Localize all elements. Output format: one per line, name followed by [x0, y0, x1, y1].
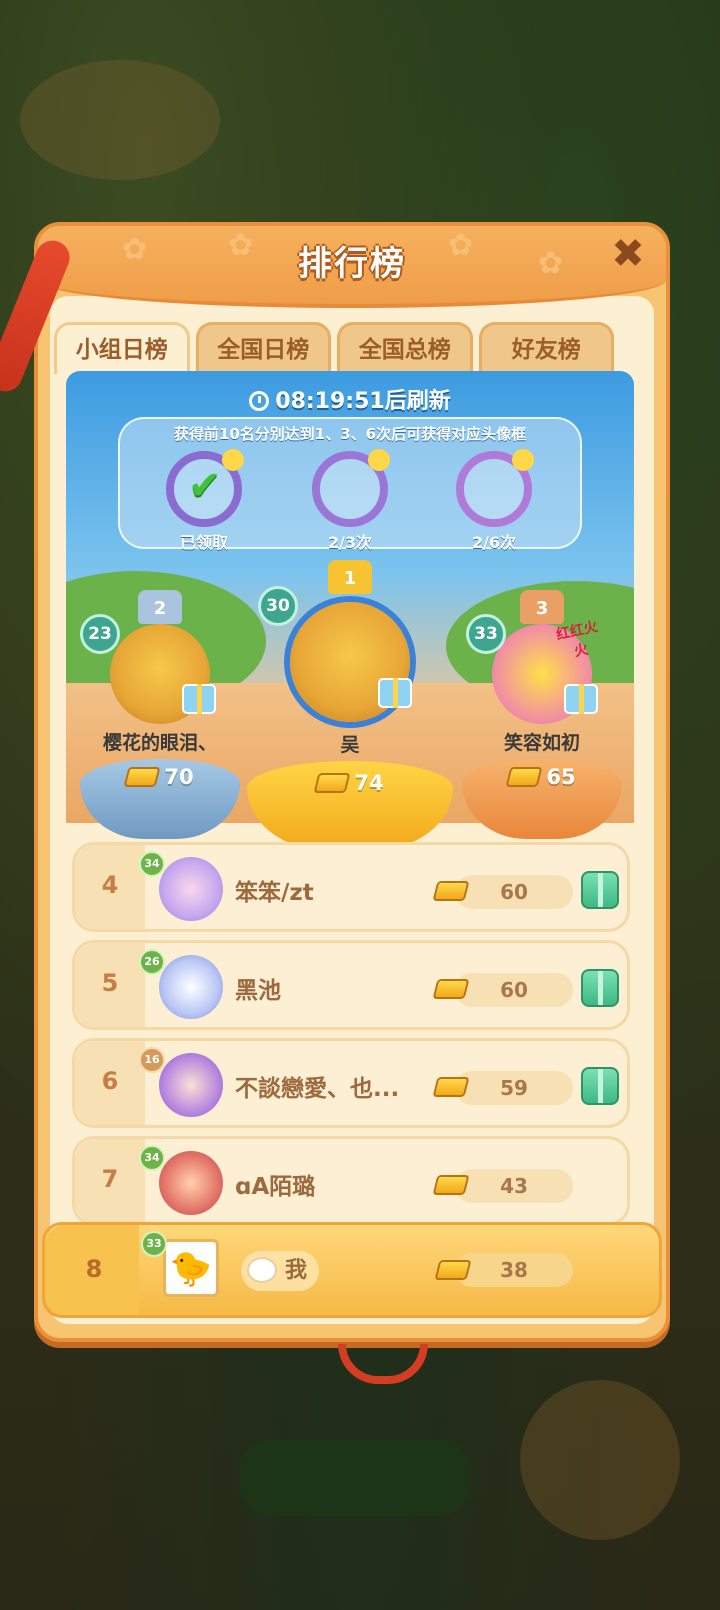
gold-bar-icon — [432, 979, 470, 999]
gold-bar-icon — [123, 767, 161, 787]
gold-bar-icon — [432, 1077, 470, 1097]
podium-score: 70 — [164, 765, 194, 789]
podium-name: 吴 — [340, 734, 360, 756]
reward-hint: 获得前10名分别达到1、3、6次后可获得对应头像框 — [173, 425, 527, 443]
level-badge: 16 — [139, 1047, 165, 1073]
reward-frame-status: 已领取 — [179, 533, 228, 552]
gold-bar-icon — [434, 1260, 472, 1280]
score-pill: 38 — [455, 1253, 573, 1287]
score-pill: 60 — [455, 973, 573, 1007]
level-badge: 23 — [80, 614, 120, 654]
crown-silver-icon: 2 — [138, 590, 182, 624]
refresh-time: 08:19:51 — [275, 389, 385, 414]
gift-icon[interactable] — [182, 684, 216, 714]
tab-national-total[interactable]: 全国总榜 — [337, 322, 473, 374]
level-badge: 33 — [141, 1231, 167, 1257]
panel-title: 排行榜 — [298, 244, 406, 284]
gift-icon[interactable] — [378, 678, 412, 708]
podium-second[interactable]: 2 23 樱花的眼泪、 70 — [78, 580, 242, 839]
gold-bar-icon — [432, 1175, 470, 1195]
frame-reward-box: 获得前10名分别达到1、3、6次后可获得对应头像框 ✔ 已领取 2/3次 2/6… — [118, 417, 582, 552]
podium-name: 笑容如初 — [503, 732, 580, 754]
table-row[interactable]: 6 16 不談戀愛、也... 59 — [72, 1038, 630, 1128]
player-name: 不談戀愛、也... — [235, 1076, 400, 1102]
podium-rank: 2 — [153, 598, 167, 619]
panel-header: ✿ ✿ ✿ ✿ 排行榜 ✖ — [38, 226, 666, 308]
check-icon: ✔ — [188, 463, 222, 509]
avatar[interactable] — [159, 1053, 223, 1117]
level-badge: 26 — [139, 949, 165, 975]
gold-bar-icon — [432, 881, 470, 901]
tab-national-daily[interactable]: 全国日榜 — [195, 322, 331, 374]
my-avatar[interactable]: 🐤 — [163, 1239, 219, 1297]
player-name: ɑA陌璐 — [235, 1174, 316, 1200]
gift-icon[interactable] — [564, 684, 598, 714]
rank-number: 6 — [101, 1067, 119, 1095]
podium-third[interactable]: 3 33 红红火火 笑容如初 65 — [460, 580, 624, 839]
gift-button[interactable] — [581, 969, 619, 1007]
score-pill: 59 — [455, 1071, 573, 1105]
reward-frame-status: 2/6次 — [471, 533, 517, 552]
score: 60 — [500, 880, 528, 904]
my-name: 我 — [285, 1258, 308, 1283]
crown-bronze-icon: 3 — [520, 590, 564, 624]
refresh-suffix: 后刷新 — [384, 389, 451, 414]
avatar[interactable] — [159, 857, 223, 921]
table-row[interactable]: 5 26 黑池 60 — [72, 940, 630, 1030]
level-badge: 34 — [139, 1145, 165, 1171]
podium-score-wrap: 65 — [462, 759, 622, 789]
score: 59 — [500, 1076, 528, 1100]
player-name: 黑池 — [235, 978, 281, 1004]
pedestal: 70 — [80, 759, 240, 839]
close-button[interactable]: ✖ — [606, 232, 650, 276]
clock-icon — [249, 391, 270, 411]
avatar-frame-icon — [312, 449, 390, 527]
my-name-pill: 我 — [241, 1251, 320, 1291]
player-name: 笨笨/zt — [235, 880, 314, 906]
score-pill: 43 — [455, 1169, 573, 1203]
gold-bar-icon — [505, 767, 543, 787]
score: 43 — [500, 1174, 528, 1198]
rank-number: 4 — [101, 871, 119, 899]
pedestal: 65 — [462, 759, 622, 839]
podium-score-wrap: 74 — [247, 761, 453, 795]
rank-number: 7 — [101, 1165, 119, 1193]
reward-frame-status: 2/3次 — [327, 533, 373, 552]
level-badge: 30 — [258, 586, 298, 626]
reward-frame-3[interactable]: 2/6次 — [452, 449, 536, 553]
rabbit-icon — [247, 1257, 277, 1283]
podium-score: 74 — [354, 771, 384, 795]
gift-button[interactable] — [581, 1067, 619, 1105]
reward-frame-1[interactable]: ✔ 已领取 — [162, 449, 246, 553]
level-badge: 34 — [139, 851, 165, 877]
my-score: 38 — [500, 1258, 528, 1282]
tab-friends[interactable]: 好友榜 — [478, 322, 614, 374]
refresh-timer: 08:19:51后刷新 — [66, 383, 634, 415]
reward-frame-2[interactable]: 2/3次 — [308, 449, 392, 553]
level-badge: 33 — [466, 614, 506, 654]
avatar[interactable] — [159, 1151, 223, 1215]
podium-score: 65 — [546, 765, 576, 789]
score: 60 — [500, 978, 528, 1002]
podium-name: 樱花的眼泪、 — [102, 732, 217, 754]
table-row[interactable]: 4 34 笨笨/zt 60 — [72, 842, 630, 932]
table-row[interactable]: 7 34 ɑA陌璐 43 — [72, 1136, 630, 1226]
rank-number: 5 — [101, 969, 119, 997]
tab-group-daily[interactable]: 小组日榜 — [54, 322, 190, 374]
crown-gold-icon: 1 — [328, 560, 372, 594]
gold-bar-icon — [313, 773, 351, 793]
podium-rank: 1 — [343, 568, 357, 589]
score-pill: 60 — [455, 875, 573, 909]
leaderboard-tabs: 小组日榜 全国日榜 全国总榜 好友榜 — [54, 322, 614, 374]
avatar[interactable] — [159, 955, 223, 1019]
podium-rank: 3 — [535, 598, 549, 619]
gift-button[interactable] — [581, 871, 619, 909]
my-rank-row[interactable]: 8 🐤 33 我 38 — [42, 1222, 662, 1318]
my-rank-number: 8 — [85, 1255, 103, 1283]
podium-first[interactable]: 1 30 吴 74 — [246, 556, 454, 851]
podium-score-wrap: 70 — [80, 759, 240, 789]
pedestal: 74 — [247, 761, 453, 851]
avatar-frame-icon — [456, 449, 534, 527]
